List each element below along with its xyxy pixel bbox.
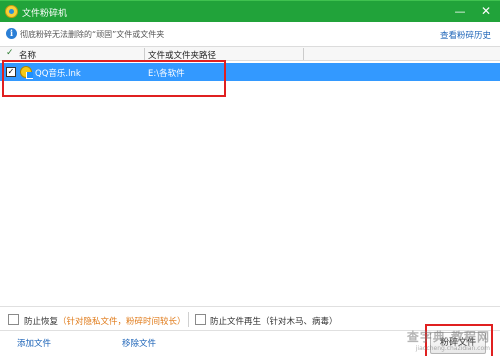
select-all-checkbox[interactable]: ✓ xyxy=(6,48,16,59)
row-checkbox[interactable]: ✓ xyxy=(6,67,16,77)
qq-music-icon xyxy=(20,66,33,79)
add-file-button[interactable]: 添加文件 xyxy=(17,337,51,349)
minimize-icon[interactable]: — xyxy=(448,1,472,22)
file-list[interactable] xyxy=(0,81,500,304)
column-header-path[interactable]: 文件或文件夹路径 xyxy=(148,49,216,61)
column-header-name[interactable]: 名称 xyxy=(19,49,36,61)
column-divider[interactable] xyxy=(144,48,145,60)
remove-file-button[interactable]: 移除文件 xyxy=(122,337,156,349)
prevent-regen-checkbox[interactable] xyxy=(195,314,206,325)
info-bar: i 彻底粉碎无法删除的“顽固”文件或文件夹 查看粉碎历史 xyxy=(0,22,500,46)
file-path: E:\各软件 xyxy=(148,69,185,79)
view-history-link[interactable]: 查看粉碎历史 xyxy=(440,29,491,41)
options-divider xyxy=(188,312,189,327)
prevent-recovery-text: 防止恢复 xyxy=(24,317,59,327)
info-icon: i xyxy=(6,28,17,39)
watermark-url: jiaocheng.chazidian.com xyxy=(415,345,490,352)
prevent-regen-label[interactable]: 防止文件再生（针对木马、病毒） xyxy=(210,315,338,327)
info-text: 彻底粉碎无法删除的“顽固”文件或文件夹 xyxy=(20,30,165,39)
prevent-recovery-note: （针对隐私文件，粉碎时间较长） xyxy=(58,317,186,327)
close-icon[interactable]: ✕ xyxy=(474,1,498,22)
prevent-recovery-checkbox[interactable] xyxy=(8,314,19,325)
app-icon xyxy=(5,5,18,18)
file-name: QQ音乐.lnk xyxy=(35,69,81,79)
watermark-text: 查字典 教程网 xyxy=(406,330,490,344)
column-divider[interactable] xyxy=(303,48,304,60)
window-title: 文件粉碎机 xyxy=(22,9,68,19)
title-bar: 文件粉碎机 — ✕ xyxy=(0,0,500,22)
prevent-recovery-label[interactable]: 防止恢复（针对隐私文件，粉碎时间较长） xyxy=(24,315,186,327)
table-header: ✓ 名称 文件或文件夹路径 xyxy=(0,46,500,61)
table-row[interactable]: ✓ QQ音乐.lnk E:\各软件 xyxy=(0,63,500,81)
